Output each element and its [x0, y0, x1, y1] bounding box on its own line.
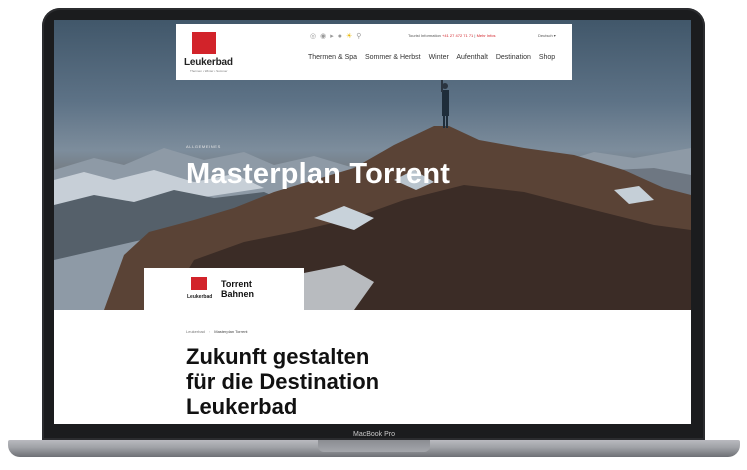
youtube-icon[interactable]: ▸ [330, 32, 338, 40]
social-icons: ◎◉▸●☀⚲ [310, 32, 365, 40]
partner-name-line1: Torrent [221, 279, 252, 289]
climber-leg-right [446, 116, 448, 128]
nav-aufenthalt[interactable]: Aufenthalt [456, 54, 488, 61]
device-brand-label: MacBook Pro [352, 431, 396, 438]
contact-info: Tourist Information +41 27 472 71 71 | M… [408, 33, 495, 38]
hero-title: Masterplan Torrent [186, 158, 451, 190]
facebook-icon[interactable]: ◉ [320, 32, 330, 40]
instagram-icon[interactable]: ◎ [310, 32, 320, 40]
page-headline: Zukunft gestalten für die Destination Le… [186, 344, 379, 419]
nav-destination[interactable]: Destination [496, 54, 531, 61]
nav-winter[interactable]: Winter [429, 54, 449, 61]
contact-phone[interactable]: +41 27 472 71 71 [442, 33, 473, 38]
contact-label: Tourist Information [408, 33, 441, 38]
partner-logo-small-text: Leukerbad [187, 294, 213, 300]
nav-thermen-spa[interactable]: Thermen & Spa [308, 54, 357, 61]
breadcrumb-home[interactable]: Leukerbad [186, 329, 205, 334]
laptop-notch [318, 440, 430, 452]
breadcrumb-current: Masterplan Torrent [214, 329, 248, 334]
contact-link[interactable]: Mehr Infos [477, 33, 496, 38]
partner-logo-card: Leukerbad Torrent Bahnen [144, 268, 304, 312]
partner-logo-icon [191, 277, 207, 290]
partner-name: Torrent Bahnen [221, 279, 271, 299]
twitter-icon[interactable]: ● [338, 33, 346, 40]
climber-leg-left [443, 116, 445, 128]
nav-shop[interactable]: Shop [539, 54, 555, 61]
main-nav: Thermen & Spa Sommer & Herbst Winter Auf… [308, 54, 561, 61]
laptop-mockup: ALLGEMEINES Masterplan Torrent Leukerbad… [0, 0, 747, 470]
browser-screen: ALLGEMEINES Masterplan Torrent Leukerbad… [54, 20, 691, 424]
page-content: Leukerbad › Masterplan Torrent Zukunft ges… [54, 310, 691, 424]
logo-subtitle: Thermen • Winter • Sommer [190, 69, 228, 73]
site-header: Leukerbad Thermen • Winter • Sommer ◎◉▸●… [176, 24, 572, 80]
headline-line2: für die Destination [186, 369, 380, 394]
leukerbad-logo-icon[interactable] [192, 32, 216, 54]
breadcrumb: Leukerbad › Masterplan Torrent [186, 329, 248, 334]
climber-body [442, 90, 449, 116]
breadcrumb-separator: › [208, 329, 211, 334]
language-select[interactable]: Deutsch ▾ [538, 33, 556, 38]
weather-icon[interactable]: ☀ [346, 32, 356, 40]
headline-line3: Leukerbad [186, 394, 298, 419]
nav-sommer-herbst[interactable]: Sommer & Herbst [365, 54, 421, 61]
hero-kicker: ALLGEMEINES [186, 144, 221, 149]
partner-name-line2: Bahnen [221, 289, 255, 299]
logo-text[interactable]: Leukerbad [184, 57, 233, 68]
headline-line1: Zukunft gestalten [186, 344, 370, 369]
search-icon[interactable]: ⚲ [356, 32, 365, 40]
